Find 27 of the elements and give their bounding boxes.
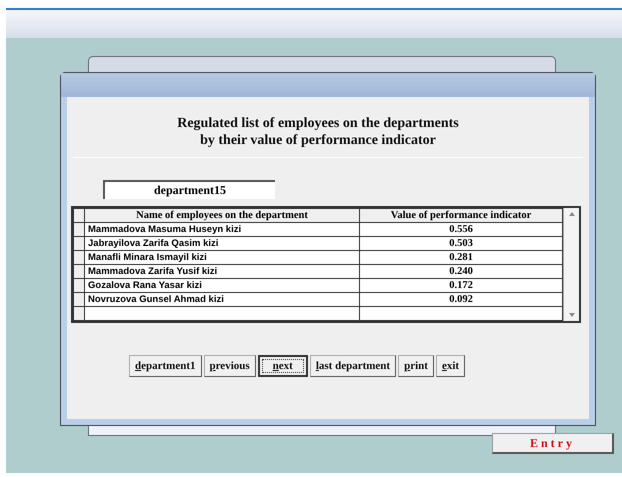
table-cell: Mammadova Zarifa Yusif kizi: [84, 264, 360, 278]
nav-button[interactable]: exit: [436, 355, 466, 377]
nav-button[interactable]: department1: [129, 355, 202, 377]
table-cell: Jabrayilova Zarifa Qasim kizi: [84, 236, 360, 250]
table-cell: 0.172: [360, 278, 562, 292]
report-title: Regulated list of employees on the departments: [177, 115, 459, 132]
table-cell: Gozalova Rana Yasar kizi: [84, 278, 360, 292]
table-cell: Novruzova Gunsel Ahmad kizi: [84, 292, 360, 306]
scroll-down-icon[interactable]: [568, 312, 576, 318]
table-cell: 0.556: [360, 222, 562, 236]
table-cell: Manafli Minara Ismayil kizi: [84, 250, 360, 264]
report-title: by their value of performance indicator: [200, 132, 436, 149]
column-header: Name of employees on the department: [84, 208, 360, 222]
table-cell: 0.092: [360, 292, 562, 306]
table-cell: Mammadova Masuma Huseyn kizi: [84, 222, 360, 236]
table-cell: 0.503: [360, 236, 562, 250]
entry-button[interactable]: Entry: [492, 433, 614, 454]
nav-button[interactable]: previous: [204, 355, 256, 377]
nav-button[interactable]: print: [398, 355, 434, 377]
scrollbar[interactable]: [563, 208, 579, 321]
scroll-up-icon[interactable]: [568, 211, 576, 217]
table-cell: 0.281: [360, 250, 562, 264]
table-cell: 0.240: [360, 264, 562, 278]
department-field[interactable]: department15: [103, 180, 275, 199]
nav-button[interactable]: last department: [310, 355, 396, 377]
column-header: Value of performance indicator: [360, 208, 562, 222]
nav-button[interactable]: next: [258, 355, 308, 377]
